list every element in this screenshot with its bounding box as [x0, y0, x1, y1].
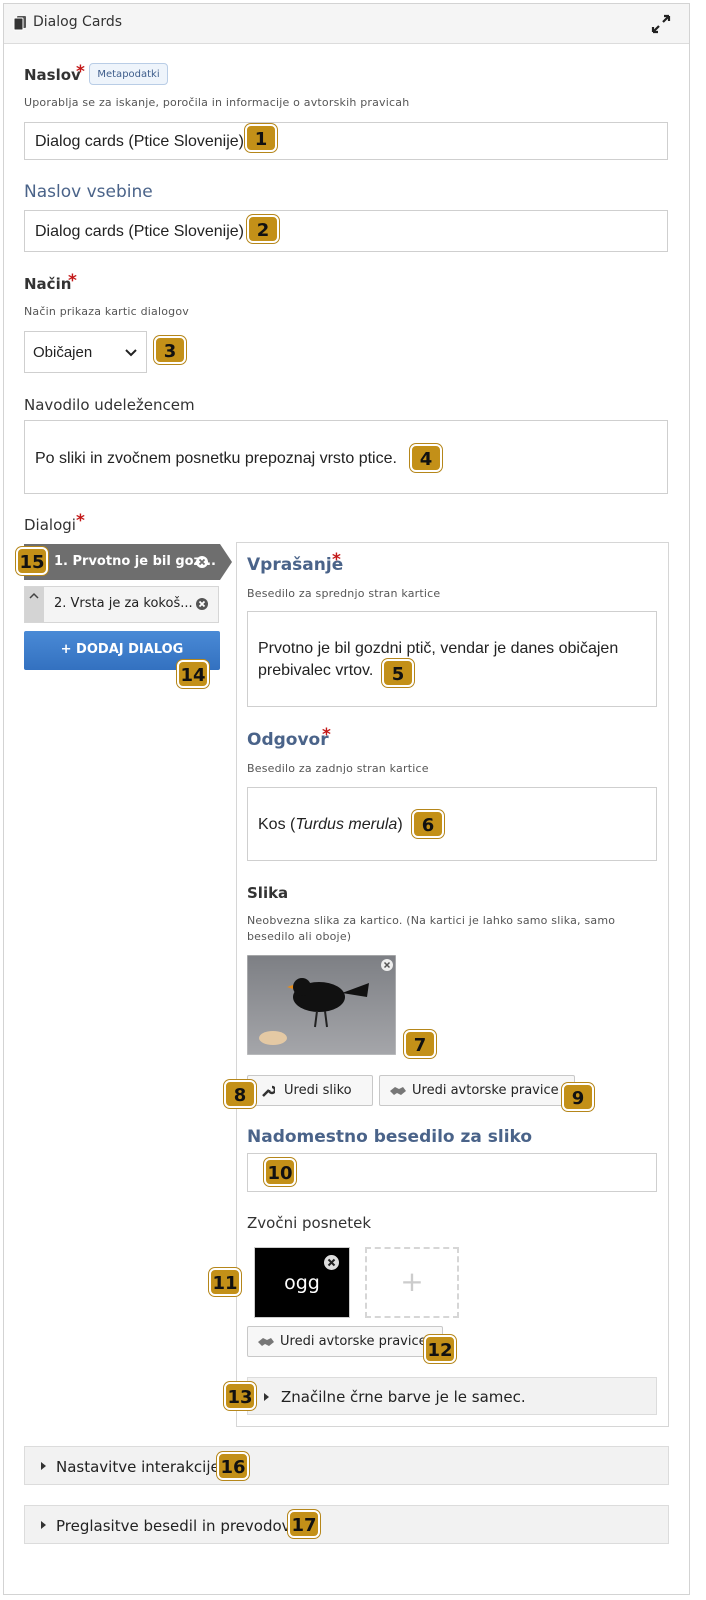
callout-badge-7: 7: [404, 1030, 436, 1058]
instructions-label: Navodilo udeležencem: [24, 396, 195, 414]
question-input-line2: prebivalec vrtov.: [258, 662, 374, 679]
callout-badge-4: 4: [410, 444, 442, 472]
dialog-cards-icon: [13, 16, 26, 31]
answer-label: Odgovor: [247, 730, 329, 750]
content-title-input[interactable]: Dialog cards (Ptice Slovenije): [24, 210, 668, 252]
question-input[interactable]: Prvotno je bil gozdni ptič, vendar je da…: [247, 611, 657, 707]
callout-badge-5: 5: [382, 659, 414, 687]
blackbird-image[interactable]: [247, 955, 396, 1055]
handshake-icon: [390, 1087, 406, 1095]
callout-badge-10: 10: [264, 1158, 296, 1186]
callout-badge-17: 17: [288, 1510, 320, 1538]
interaction-settings-label: Nastavitve interakcije: [56, 1458, 220, 1476]
mode-label: Način: [24, 275, 72, 293]
question-input-line1: Prvotno je bil gozdni ptič, vendar je da…: [258, 640, 619, 657]
instructions-input-value: Po sliki in zvočnem posnetku prepoznaj v…: [35, 450, 397, 467]
audio-label: Zvočni posnetek: [247, 1214, 372, 1232]
image-description-line1: Neobvezna slika za kartico. (Na kartici …: [247, 914, 616, 927]
edit-image-label: Uredi sliko: [284, 1083, 352, 1098]
answer-required-mark: *: [322, 725, 331, 745]
question-description: Besedilo za sprednjo stran kartice: [247, 587, 441, 600]
window-title: Dialog Cards: [33, 14, 123, 30]
mode-description: Način prikaza kartic dialogov: [24, 305, 189, 318]
edit-image-copyright-button[interactable]: Uredi avtorske pravice: [379, 1075, 575, 1106]
callout-badge-3: 3: [154, 336, 186, 364]
tip-collapsible[interactable]: Značilne črne barve je le samec.: [247, 1377, 657, 1415]
dialog-tab-1[interactable]: 1. Prvotno je bil goz...: [54, 554, 216, 569]
edit-image-button[interactable]: Uredi sliko: [247, 1075, 373, 1106]
dialog-tab-2[interactable]: 2. Vrsta je za kokoš...: [54, 596, 193, 611]
add-audio-button[interactable]: +: [365, 1247, 459, 1318]
caret-right-icon: [41, 1462, 46, 1470]
title-required-mark: *: [76, 62, 85, 82]
fullscreen-icon[interactable]: [651, 14, 671, 34]
remove-icon[interactable]: [195, 555, 209, 569]
wrench-icon: [262, 1085, 275, 1097]
answer-italic: Turdus merula: [295, 816, 398, 833]
callout-badge-16: 16: [217, 1452, 249, 1480]
caret-right-icon: [41, 1521, 46, 1529]
edit-audio-copyright-button[interactable]: Uredi avtorske pravice: [247, 1326, 443, 1357]
title-input[interactable]: Dialog cards (Ptice Slovenije): [24, 122, 668, 160]
interaction-settings-collapsible[interactable]: Nastavitve interakcije: [24, 1446, 669, 1485]
callout-badge-13: 13: [224, 1382, 256, 1410]
chevron-down-icon: [125, 349, 137, 357]
question-label: Vprašanje: [247, 555, 344, 575]
mode-select-value: Običajen: [33, 344, 93, 361]
answer-input-value: Kos (Turdus merula): [258, 816, 403, 834]
image-label: Slika: [247, 884, 289, 902]
remove-icon[interactable]: [195, 597, 209, 611]
alt-text-input[interactable]: [247, 1153, 657, 1192]
callout-badge-12: 12: [424, 1335, 456, 1363]
callout-badge-9: 9: [562, 1083, 594, 1111]
callout-badge-11: 11: [209, 1268, 241, 1296]
caret-right-icon: [264, 1393, 269, 1401]
content-title-input-value: Dialog cards (Ptice Slovenije): [35, 223, 244, 240]
title-input-value: Dialog cards (Ptice Slovenije): [35, 133, 244, 150]
alt-text-label: Nadomestno besedilo za sliko: [247, 1127, 533, 1147]
chevron-up-icon[interactable]: [29, 592, 39, 600]
text-overrides-collapsible[interactable]: Preglasitve besedil in prevodov: [24, 1505, 669, 1544]
dialogs-label: Dialogi: [24, 516, 76, 534]
callout-badge-14: 14: [177, 660, 209, 688]
dialogs-required-mark: *: [76, 511, 85, 531]
mode-required-mark: *: [68, 271, 77, 291]
answer-prefix: Kos (: [258, 816, 296, 833]
callout-badge-8: 8: [224, 1080, 256, 1108]
remove-icon[interactable]: [323, 1254, 340, 1271]
answer-suffix: ): [397, 816, 403, 833]
tip-label: Značilne črne barve je le samec.: [281, 1388, 526, 1406]
answer-input[interactable]: Kos (Turdus merula): [247, 787, 657, 861]
instructions-input[interactable]: Po sliki in zvočnem posnetku prepoznaj v…: [24, 420, 668, 494]
callout-badge-15: 15: [16, 547, 48, 575]
handshake-icon: [258, 1338, 274, 1346]
content-title-label: Naslov vsebine: [24, 182, 153, 202]
question-required-mark: *: [332, 550, 341, 570]
image-description-line2: besedilo ali oboje): [247, 930, 352, 943]
edit-image-copyright-label: Uredi avtorske pravice: [412, 1083, 559, 1098]
answer-description: Besedilo za zadnjo stran kartice: [247, 762, 429, 775]
title-description: Uporablja se za iskanje, poročila in inf…: [24, 96, 410, 109]
edit-audio-copyright-label: Uredi avtorske pravice: [280, 1334, 427, 1349]
title-label: Naslov: [24, 66, 81, 84]
callout-badge-1: 1: [245, 124, 277, 152]
metadata-button[interactable]: Metapodatki: [89, 63, 168, 85]
text-overrides-label: Preglasitve besedil in prevodov: [56, 1517, 291, 1535]
callout-badge-6: 6: [412, 810, 444, 838]
mode-select[interactable]: Običajen: [24, 331, 147, 373]
callout-badge-2: 2: [247, 215, 279, 243]
